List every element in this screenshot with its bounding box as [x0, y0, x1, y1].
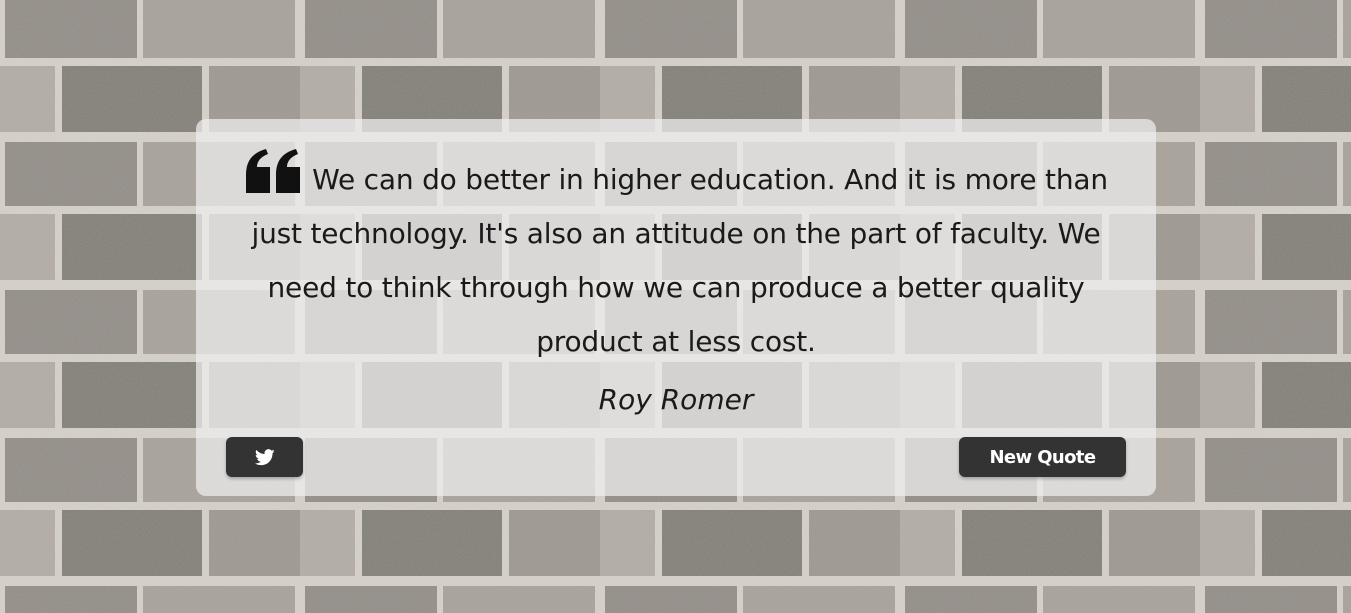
tweet-button[interactable] — [226, 437, 303, 477]
quote-left-icon — [246, 149, 301, 193]
quote-text: We can do better in higher education. An… — [251, 163, 1109, 358]
quote-box: We can do better in higher education. An… — [196, 119, 1156, 496]
twitter-icon — [254, 448, 275, 465]
quote-text-block: We can do better in higher education. An… — [236, 149, 1116, 369]
new-quote-button[interactable]: New Quote — [959, 437, 1126, 477]
quote-author: Roy Romer — [598, 383, 754, 416]
